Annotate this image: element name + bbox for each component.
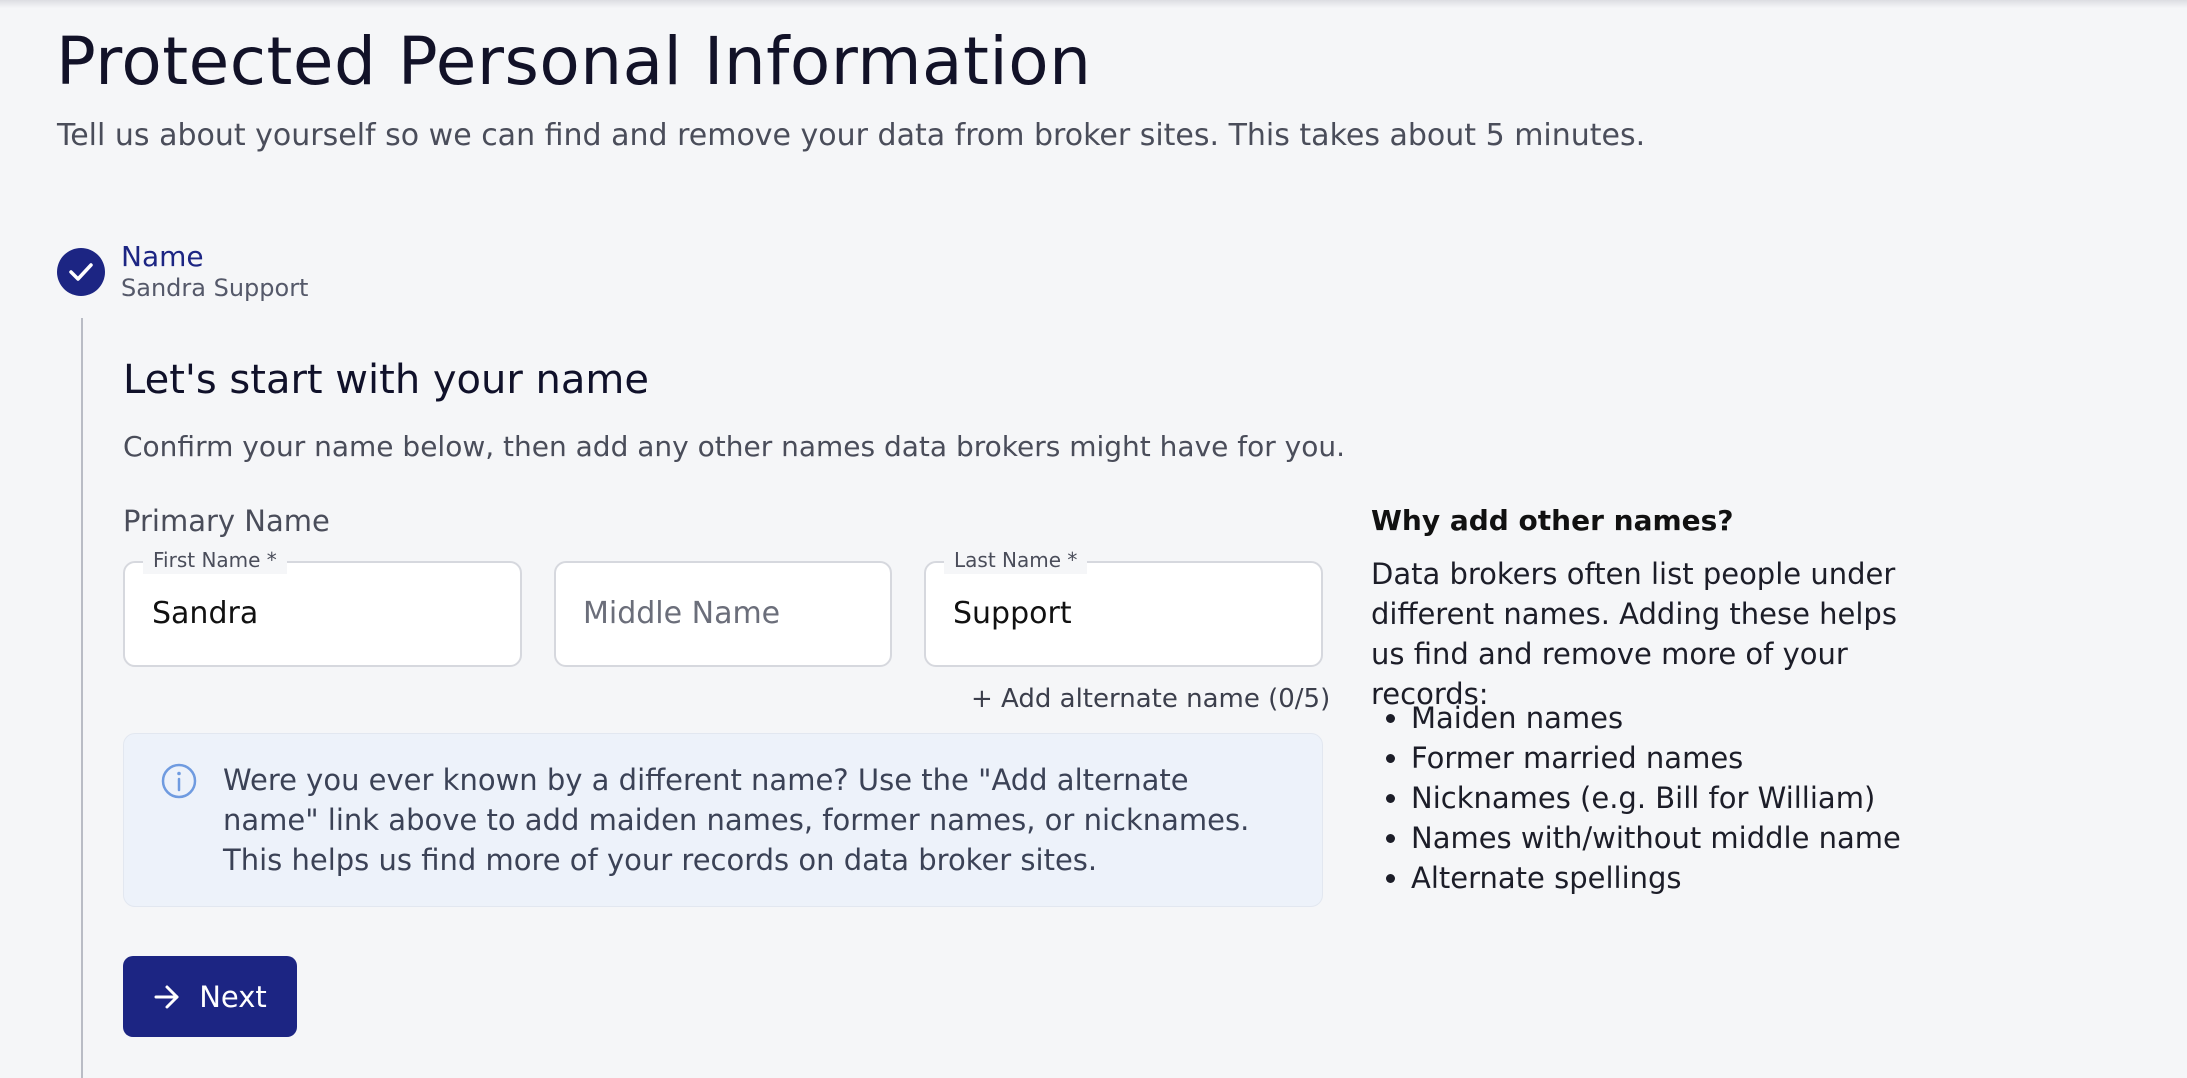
info-icon bbox=[161, 763, 197, 799]
list-item: Former married names bbox=[1411, 738, 1901, 778]
page-subtitle: Tell us about yourself so we can find an… bbox=[57, 118, 1646, 153]
last-name-field[interactable]: Last Name * Support bbox=[924, 546, 1323, 667]
last-name-label: Last Name * bbox=[944, 546, 1088, 574]
list-item: Alternate spellings bbox=[1411, 858, 1901, 898]
sidebar-list: Maiden names Former married names Nickna… bbox=[1371, 698, 1901, 898]
step-connector-line bbox=[81, 318, 83, 1078]
step-complete-check-icon bbox=[57, 248, 105, 296]
section-description: Confirm your name below, then add any ot… bbox=[123, 430, 1346, 463]
list-item: Maiden names bbox=[1411, 698, 1901, 738]
add-alternate-name-link[interactable]: + Add alternate name (0/5) bbox=[971, 684, 1330, 715]
section-title: Let's start with your name bbox=[123, 357, 649, 403]
sidebar-text: Data brokers often list people under dif… bbox=[1371, 557, 1897, 711]
next-button[interactable]: Next bbox=[123, 956, 297, 1037]
list-item: Nicknames (e.g. Bill for William) bbox=[1411, 778, 1901, 818]
primary-name-label: Primary Name bbox=[123, 504, 330, 538]
next-button-label: Next bbox=[199, 979, 267, 1014]
top-shadow bbox=[0, 0, 2187, 8]
sidebar-title: Why add other names? bbox=[1371, 504, 1734, 537]
list-item: Names with/without middle name bbox=[1411, 818, 1901, 858]
first-name-field[interactable]: First Name * Sandra bbox=[123, 546, 522, 667]
check-icon bbox=[69, 263, 93, 281]
page-title: Protected Personal Information bbox=[56, 23, 1092, 100]
middle-name-field[interactable]: Middle Name bbox=[554, 561, 892, 667]
step-value: Sandra Support bbox=[121, 274, 309, 302]
info-text: Were you ever known by a different name?… bbox=[223, 763, 1250, 877]
step-name[interactable]: Name bbox=[121, 240, 204, 274]
info-callout: Were you ever known by a different name?… bbox=[123, 733, 1323, 907]
first-name-label: First Name * bbox=[143, 546, 287, 574]
arrow-right-icon bbox=[154, 985, 179, 1008]
middle-name-placeholder: Middle Name bbox=[583, 596, 781, 631]
last-name-value: Support bbox=[953, 596, 1072, 631]
first-name-value: Sandra bbox=[152, 596, 259, 631]
